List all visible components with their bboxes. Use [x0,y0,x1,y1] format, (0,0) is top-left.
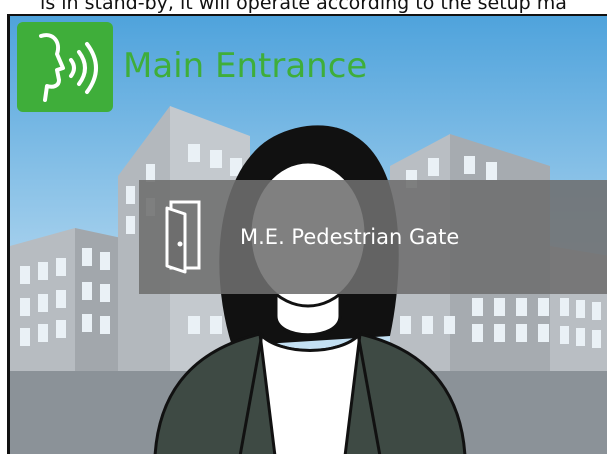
gate-button[interactable]: M.E. Pedestrian Gate [139,180,607,294]
speaking-head-icon [39,33,98,102]
door-open-icon [165,200,201,274]
video-intercom-screen: Main Entrance M.E. Pedestrian Gate [7,14,607,454]
location-title: Main Entrance [123,46,368,86]
instruction-caption: is in stand-by, it will operate accordin… [40,0,567,14]
voice-badge [17,22,113,112]
gate-label: M.E. Pedestrian Gate [240,225,460,249]
